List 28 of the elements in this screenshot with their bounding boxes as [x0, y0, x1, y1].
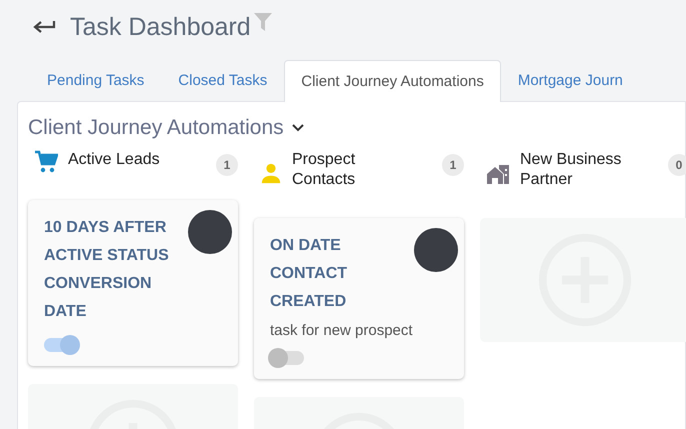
column-title: New Business Partner — [520, 150, 622, 190]
avatar-photo-placeholder — [188, 210, 232, 254]
avatar-photo-placeholder — [414, 228, 458, 272]
task-title: 10 DAYS AFTER ACTIVE STATUS CONVERSION DATE — [44, 218, 170, 322]
tab[interactable]: Pending Tasks — [30, 59, 162, 101]
toggle-switch[interactable] — [44, 338, 78, 352]
panel-title: Client Journey Automations — [28, 116, 284, 140]
task-description: task for new prospect — [270, 322, 414, 339]
task-title: ON DATE CONTACT CREATED — [270, 236, 348, 312]
count-badge: 1 — [442, 154, 464, 176]
count-badge: 1 — [216, 154, 238, 176]
toggle-switch[interactable] — [270, 351, 304, 365]
tab[interactable]: Client Journey Automations — [284, 60, 501, 102]
page-title: Task Dashboard — [70, 12, 251, 42]
tab[interactable]: Mortgage Journ — [500, 59, 640, 101]
tab[interactable]: Closed Tasks — [161, 59, 284, 101]
task-card[interactable]: ON DATE CONTACT CREATED task for new prospect — [254, 218, 464, 379]
person-icon — [260, 162, 282, 184]
cart-icon — [34, 150, 58, 174]
house-icon — [486, 162, 510, 186]
column-title: Active Leads — [68, 150, 160, 170]
back-arrow-icon[interactable] — [32, 19, 56, 35]
count-badge: 0 — [668, 154, 686, 176]
filter-icon[interactable] — [252, 12, 273, 32]
column-title: Prospect Contacts — [292, 150, 356, 190]
task-card[interactable]: 10 DAYS AFTER ACTIVE STATUS CONVERSION DATE — [28, 200, 238, 366]
chevron-down-icon[interactable] — [292, 124, 304, 132]
add-card[interactable] — [480, 218, 686, 342]
